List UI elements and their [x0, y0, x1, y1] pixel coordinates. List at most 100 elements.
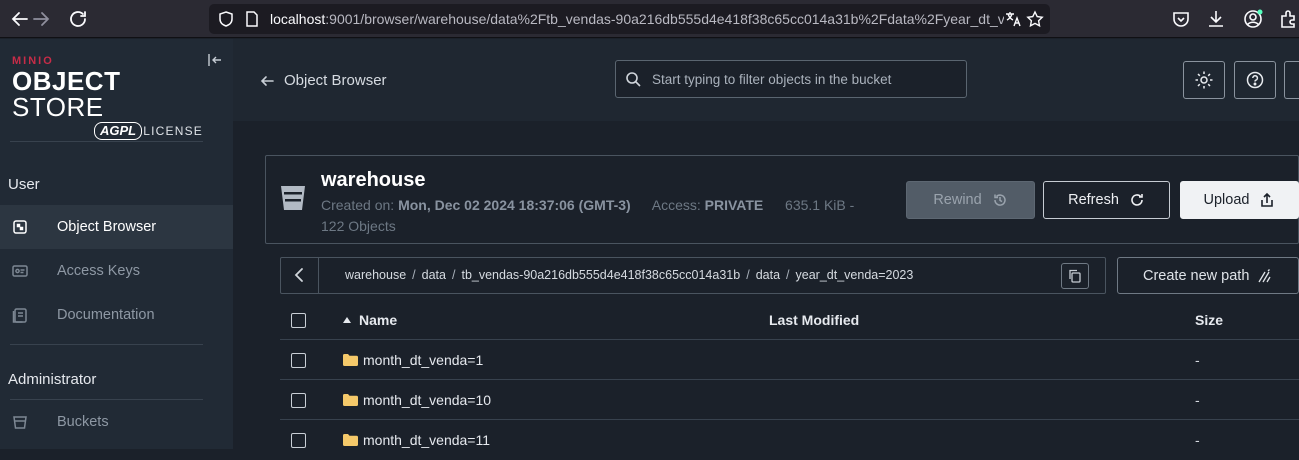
- column-header-name[interactable]: Name: [342, 312, 397, 328]
- breadcrumb-separator: /: [451, 268, 456, 282]
- help-button[interactable]: [1234, 61, 1276, 99]
- divider: [10, 344, 203, 345]
- account-icon[interactable]: [1242, 8, 1264, 30]
- sidebar-item-label: Object Browser: [57, 219, 157, 235]
- sidebar-item-label: Documentation: [57, 307, 155, 323]
- url-host: localhost: [270, 11, 326, 27]
- bucket-icon: [279, 180, 307, 212]
- url-text[interactable]: localhost:9001/browser/warehouse/data%2F…: [270, 11, 1004, 27]
- column-header-last-modified[interactable]: Last Modified: [769, 312, 859, 328]
- breadcrumb-segment[interactable]: warehouse: [345, 268, 406, 282]
- table-row[interactable]: month_dt_venda=10 -: [280, 380, 1299, 420]
- row-name-cell: month_dt_venda=10: [342, 392, 491, 408]
- sidebar-item-documentation[interactable]: Documentation: [0, 293, 233, 337]
- search-icon: [625, 71, 641, 87]
- row-name: month_dt_venda=1: [363, 352, 484, 368]
- sidebar-item-object-browser[interactable]: Object Browser: [0, 205, 233, 249]
- url-path: :9001/browser/warehouse/data%2Ftb_vendas…: [325, 11, 1004, 27]
- row-name: month_dt_venda=11: [363, 432, 491, 448]
- main-content: warehouse Created on: Mon, Dec 02 2024 1…: [233, 121, 1299, 449]
- folder-icon: [342, 353, 359, 367]
- page-info-icon[interactable]: [243, 10, 261, 28]
- shield-icon[interactable]: [217, 10, 235, 28]
- access-keys-icon: [11, 262, 29, 280]
- back-to-object-browser[interactable]: Object Browser: [260, 72, 387, 89]
- copy-path-button[interactable]: [1061, 263, 1089, 289]
- bucket-info-card: warehouse Created on: Mon, Dec 02 2024 1…: [265, 155, 1299, 244]
- bucket-size: 635.1 KiB -: [785, 197, 855, 213]
- downloads-icon[interactable]: [1205, 8, 1227, 30]
- license-text: LICENSE: [143, 124, 203, 138]
- search-input[interactable]: [650, 61, 960, 97]
- row-name-cell: month_dt_venda=11: [342, 432, 490, 448]
- column-header-name-label: Name: [359, 312, 398, 328]
- translate-icon[interactable]: [1004, 10, 1022, 28]
- back-arrow-icon: [260, 74, 274, 88]
- folder-icon: [342, 393, 359, 407]
- refresh-label: Refresh: [1068, 192, 1119, 208]
- section-title-user: User: [8, 176, 40, 193]
- row-checkbox[interactable]: [291, 353, 306, 368]
- create-new-path-label: Create new path: [1143, 267, 1250, 284]
- agpl-badge: AGPL: [94, 122, 143, 140]
- create-new-path-button[interactable]: Create new path: [1117, 257, 1299, 294]
- forward-arrow-icon[interactable]: [29, 7, 53, 31]
- help-icon: [1246, 71, 1264, 89]
- created-value: Mon, Dec 02 2024 18:37:06 (GMT-3): [398, 197, 631, 213]
- breadcrumb-segment[interactable]: year_dt_venda=2023: [796, 268, 914, 282]
- extensions-icon[interactable]: [1277, 8, 1299, 30]
- row-size: -: [1195, 352, 1200, 368]
- address-bar[interactable]: localhost:9001/browser/warehouse/data%2F…: [209, 4, 1050, 34]
- row-name-cell: month_dt_venda=1: [342, 352, 483, 368]
- object-browser-icon: [11, 218, 29, 236]
- created-label: Created on:: [321, 197, 395, 213]
- select-all-checkbox[interactable]: [291, 313, 306, 328]
- table-header-row: Name Last Modified Size: [280, 300, 1299, 340]
- refresh-button[interactable]: Refresh: [1043, 181, 1170, 219]
- sidebar-item-label: Buckets: [57, 414, 109, 430]
- rewind-icon: [993, 194, 1006, 206]
- column-header-size[interactable]: Size: [1195, 312, 1223, 328]
- page-header: Object Browser: [233, 39, 1299, 121]
- bucket-meta: Created on: Mon, Dec 02 2024 18:37:06 (G…: [321, 197, 854, 213]
- sidebar-item-access-keys[interactable]: Access Keys: [0, 249, 233, 293]
- new-path-icon: [1258, 268, 1271, 282]
- breadcrumb-separator: /: [786, 268, 790, 282]
- row-size: -: [1195, 392, 1200, 408]
- bookmark-star-icon[interactable]: [1026, 10, 1044, 28]
- documentation-icon: [11, 306, 29, 324]
- access-value: PRIVATE: [704, 197, 764, 213]
- breadcrumb-segment[interactable]: tb_vendas-90a216db555d4e418f38c65cc014a3…: [461, 268, 740, 282]
- rewind-button[interactable]: Rewind: [906, 181, 1035, 219]
- row-checkbox[interactable]: [291, 433, 306, 448]
- breadcrumb-segment[interactable]: data: [422, 268, 446, 282]
- pocket-icon[interactable]: [1170, 8, 1192, 30]
- breadcrumb-segment[interactable]: data: [756, 268, 780, 282]
- row-size: -: [1195, 432, 1200, 448]
- bucket-icon: [11, 413, 29, 431]
- minio-logo[interactable]: MINIO OBJECT STORE AGPL LICENSE: [12, 55, 207, 142]
- sort-ascending-icon: [342, 315, 352, 325]
- path-back-button[interactable]: [281, 258, 319, 293]
- breadcrumb-separator: /: [746, 268, 750, 282]
- chevron-left-icon: [294, 268, 303, 282]
- rewind-label: Rewind: [933, 192, 982, 208]
- breadcrumb-separator: /: [412, 268, 416, 282]
- collapse-sidebar-icon[interactable]: [207, 52, 223, 68]
- copy-icon: [1069, 269, 1081, 283]
- table-row[interactable]: month_dt_venda=1 -: [280, 340, 1299, 380]
- sidebar-item-buckets[interactable]: Buckets: [0, 400, 233, 444]
- table-row[interactable]: month_dt_venda=11 -: [280, 420, 1299, 460]
- logo-product: OBJECT STORE: [12, 66, 121, 122]
- reload-icon[interactable]: [66, 7, 90, 31]
- upload-icon: [1261, 192, 1274, 207]
- breadcrumb-bar: warehouse / data / tb_vendas-90a216db555d4e4…: [280, 257, 1106, 294]
- more-header-button[interactable]: [1284, 61, 1299, 99]
- upload-button[interactable]: Upload: [1180, 181, 1299, 219]
- sidebar: MINIO OBJECT STORE AGPL LICENSE User Obj…: [0, 39, 233, 449]
- object-filter-search[interactable]: [615, 60, 967, 98]
- logo-license-row: AGPL LICENSE: [12, 122, 207, 142]
- settings-button[interactable]: [1183, 61, 1225, 99]
- browser-toolbar: localhost:9001/browser/warehouse/data%2F…: [0, 0, 1299, 38]
- row-checkbox[interactable]: [291, 393, 306, 408]
